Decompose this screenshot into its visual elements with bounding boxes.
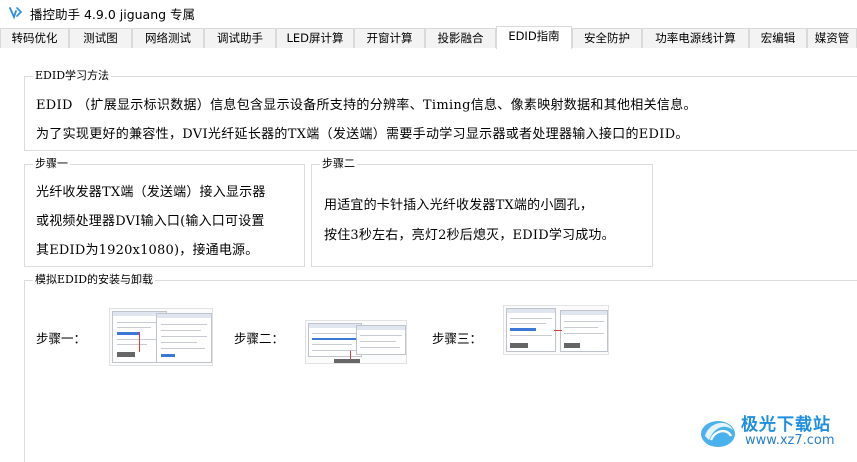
tab-edid-guide[interactable]: EDID指南 — [496, 26, 572, 49]
step1-screenshot-thumbnail[interactable] — [109, 308, 213, 366]
tab-strip: 转码优化 测试图 网络测试 调试助手 LED屏计算 开窗计算 投影融合 EDID… — [0, 26, 857, 49]
tab-network-test[interactable]: 网络测试 — [132, 28, 204, 48]
step1-line-2: 或视频处理器DVI输入口(输入口可设置 — [36, 214, 265, 229]
edid-method-legend: EDID学习方法 — [33, 69, 112, 83]
tab-media-assets[interactable]: 媒资管 — [807, 28, 857, 48]
tab-led-calc[interactable]: LED屏计算 — [276, 28, 354, 48]
simulate-step1-label: 步骤一： — [36, 331, 87, 346]
tab-projection-blend[interactable]: 投影融合 — [425, 28, 496, 48]
title-bar: 播控助手 4.9.0 jiguang 专属 — [0, 0, 857, 26]
simulate-step3-label: 步骤三： — [432, 331, 483, 346]
tab-test-pattern[interactable]: 测试图 — [69, 28, 132, 48]
watermark-url: www.xz7.com — [745, 433, 835, 448]
edid-guide-panel: EDID学习方法 EDID （扩展显示标识数据）信息包含显示设备所支持的分辨率、… — [0, 48, 857, 462]
step2-line-1: 用适宜的卡针插入光纤收发器TX端的小圆孔， — [324, 198, 594, 213]
step3-screenshot-thumbnail[interactable] — [503, 305, 609, 355]
step2-group: 步骤二 — [311, 157, 653, 267]
edid-description-line-2: 为了实现更好的兼容性，DVI光纤延长器的TX端（发送端）需要手动学习显示器或者处… — [36, 127, 689, 142]
simulate-edid-legend: 模拟EDID的安装与卸载 — [33, 273, 156, 287]
tab-security[interactable]: 安全防护 — [572, 28, 642, 48]
step2-legend: 步骤二 — [320, 157, 357, 171]
aurora-logo-icon — [701, 421, 735, 447]
app-logo-icon — [9, 7, 23, 20]
tab-debug-helper[interactable]: 调试助手 — [204, 28, 276, 48]
tab-power-cable-calc[interactable]: 功率电源线计算 — [642, 28, 749, 48]
tab-macro-editor[interactable]: 宏编辑 — [749, 28, 807, 48]
step1-legend: 步骤一 — [33, 157, 70, 171]
tab-transcode[interactable]: 转码优化 — [0, 28, 69, 48]
step1-line-3: 其EDID为1920x1080)，接通电源。 — [36, 243, 259, 258]
step2-line-2: 按住3秒左右，亮灯2秒后熄灭，EDID学习成功。 — [324, 228, 615, 243]
window-title: 播控助手 4.9.0 jiguang 专属 — [30, 7, 196, 22]
watermark: 极光下载站 www.xz7.com — [697, 408, 853, 456]
step1-line-1: 光纤收发器TX端（发送端）接入显示器 — [36, 185, 266, 200]
step2-screenshot-thumbnail[interactable] — [305, 320, 407, 364]
edid-description-line-1: EDID （扩展显示标识数据）信息包含显示设备所支持的分辨率、Timing信息、… — [36, 98, 697, 113]
simulate-step2-label: 步骤二： — [234, 331, 285, 346]
watermark-title: 极光下载站 — [741, 415, 831, 435]
tab-window-calc[interactable]: 开窗计算 — [354, 28, 425, 48]
